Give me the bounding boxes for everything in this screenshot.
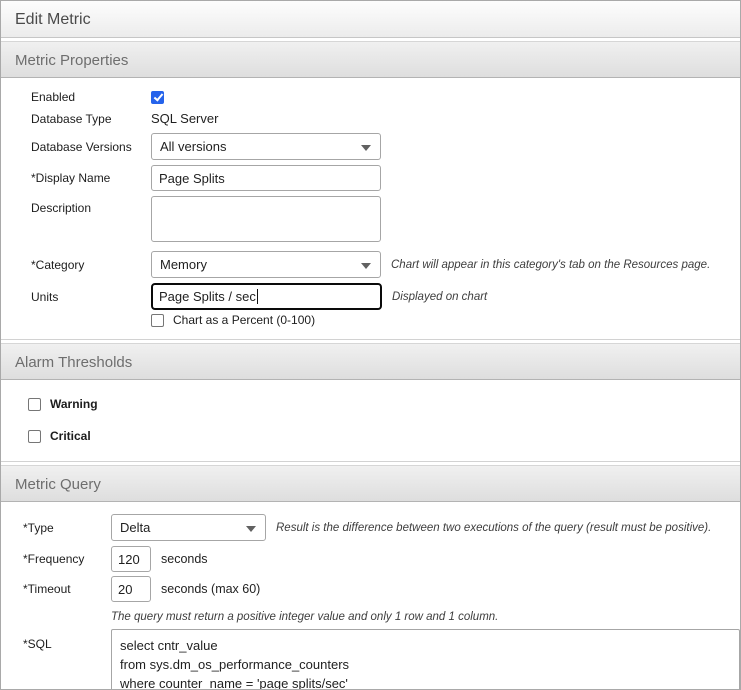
frequency-label: *Frequency: [23, 552, 85, 566]
category-selected: Memory: [160, 257, 207, 272]
warning-row: Warning: [28, 397, 740, 411]
display-name-label: *Display Name: [31, 171, 111, 185]
description-row: Description: [1, 196, 740, 242]
section-header-metric-properties: Metric Properties: [1, 41, 740, 78]
chart-percent-checkbox[interactable]: [151, 313, 164, 327]
warning-label: Warning: [50, 397, 98, 411]
metric-properties-panel: Enabled Database Type SQL Server Databas…: [1, 78, 740, 340]
type-row: *Type Delta Result is the difference bet…: [1, 514, 740, 541]
dialog-title: Edit Metric: [1, 1, 740, 38]
metric-query-panel: *Type Delta Result is the difference bet…: [1, 502, 740, 689]
category-row: *Category Memory Chart will appear in th…: [1, 251, 740, 278]
units-label: Units: [31, 289, 59, 304]
critical-checkbox[interactable]: [28, 429, 41, 443]
frequency-suffix: seconds: [161, 552, 208, 566]
database-versions-selected: All versions: [160, 139, 227, 154]
text-caret: [256, 289, 258, 304]
chevron-down-icon: [246, 526, 256, 532]
section-header-alarm-thresholds: Alarm Thresholds: [1, 343, 740, 380]
enabled-checkbox[interactable]: [151, 90, 164, 104]
frequency-row: *Frequency seconds: [1, 546, 740, 572]
sql-row: *SQL select cntr_value from sys.dm_os_pe…: [1, 629, 740, 689]
warning-checkbox[interactable]: [28, 397, 41, 411]
units-note: Displayed on chart: [392, 290, 488, 303]
database-versions-row: Database Versions All versions: [1, 133, 740, 160]
type-selected: Delta: [120, 520, 151, 535]
type-note: Result is the difference between two exe…: [276, 521, 712, 534]
database-versions-select[interactable]: All versions: [151, 133, 381, 160]
database-versions-label: Database Versions: [31, 139, 132, 154]
category-label: *Category: [31, 257, 85, 272]
enabled-label: Enabled: [31, 90, 76, 104]
sql-textarea[interactable]: select cntr_value from sys.dm_os_perform…: [111, 629, 740, 689]
display-name-row: *Display Name: [1, 165, 740, 191]
critical-label: Critical: [50, 429, 91, 443]
alarm-thresholds-panel: Warning Critical: [1, 380, 740, 462]
database-type-value: SQL Server: [151, 111, 219, 126]
timeout-input[interactable]: [111, 576, 151, 602]
display-name-input[interactable]: [151, 165, 381, 191]
sql-label: *SQL: [23, 637, 52, 651]
database-type-row: Database Type SQL Server: [1, 111, 740, 126]
category-select[interactable]: Memory: [151, 251, 381, 278]
critical-row: Critical: [28, 429, 740, 443]
timeout-suffix: seconds (max 60): [161, 582, 261, 596]
type-label: *Type: [23, 520, 54, 535]
section-header-text: Metric Query: [15, 476, 101, 493]
units-row: Units Page Splits / sec Displayed on cha…: [1, 283, 740, 310]
timeout-row: *Timeout seconds (max 60): [1, 576, 740, 602]
units-input[interactable]: Page Splits / sec: [151, 283, 382, 310]
section-header-text: Metric Properties: [15, 52, 129, 69]
type-select[interactable]: Delta: [111, 514, 266, 541]
description-label: Description: [31, 201, 92, 215]
enabled-row: Enabled: [1, 90, 740, 104]
frequency-input[interactable]: [111, 546, 151, 572]
category-note: Chart will appear in this category's tab…: [391, 258, 711, 271]
chart-percent-row: Chart as a Percent (0-100): [151, 313, 740, 327]
chevron-down-icon: [361, 145, 371, 151]
units-input-value: Page Splits / sec: [159, 289, 256, 304]
chevron-down-icon: [361, 263, 371, 269]
description-textarea[interactable]: [151, 196, 381, 242]
section-header-text: Alarm Thresholds: [15, 354, 133, 371]
section-header-metric-query: Metric Query: [1, 465, 740, 502]
sql-note: The query must return a positive integer…: [111, 611, 499, 623]
chart-percent-label: Chart as a Percent (0-100): [173, 313, 316, 327]
dialog-title-text: Edit Metric: [15, 11, 91, 28]
edit-metric-dialog: Edit Metric Metric Properties Enabled Da…: [0, 0, 741, 690]
timeout-label: *Timeout: [23, 582, 71, 596]
database-type-label: Database Type: [31, 111, 112, 126]
